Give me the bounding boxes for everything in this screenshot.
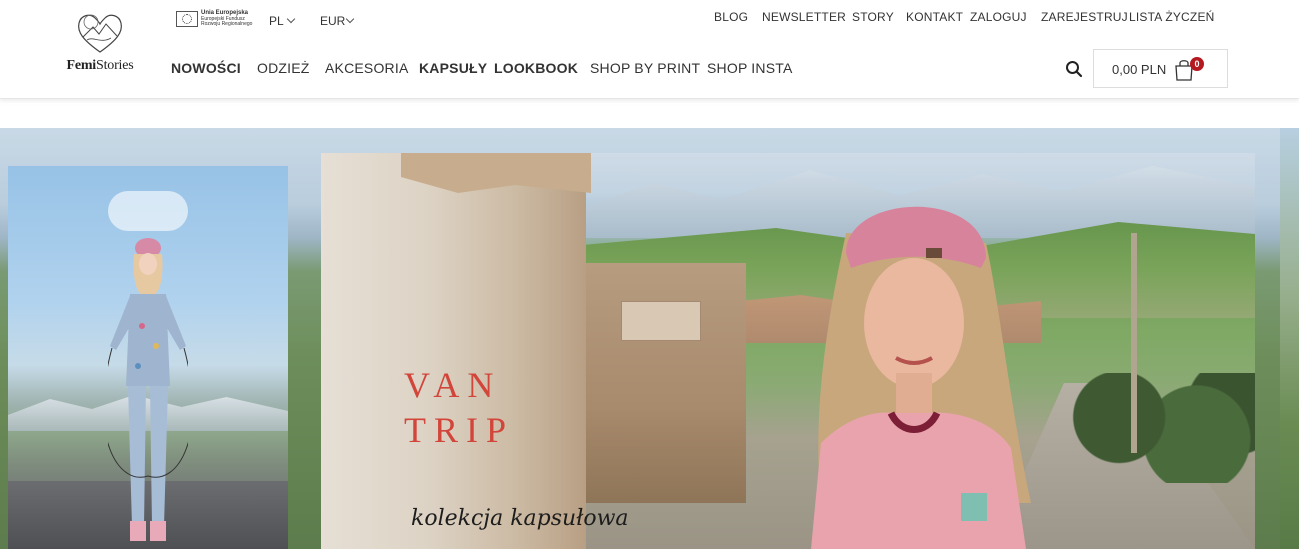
currency-selector[interactable]: EUR <box>320 14 355 28</box>
cart-count-badge: 0 <box>1190 57 1204 71</box>
link-story[interactable]: STORY <box>852 10 894 24</box>
eu-funding-badge: Unia Europejska Europejski Fundusz Rozwo… <box>176 9 261 29</box>
hero-banner[interactable]: VAN TRIP kolekcja kapsułowa <box>0 128 1299 549</box>
cart-button[interactable]: 0,00 PLN 0 <box>1093 49 1228 88</box>
hero-subtitle: kolekcja kapsułowa <box>411 506 629 531</box>
nav-item-akcesoria[interactable]: AKCESORIA <box>325 60 409 76</box>
hero-photo-jump-rope <box>8 166 288 549</box>
link-zarejestruj[interactable]: ZAREJESTRUJ <box>1041 10 1128 24</box>
brand-logo[interactable]: FemiStories <box>58 10 142 76</box>
link-zaloguj[interactable]: ZALOGUJ <box>970 10 1027 24</box>
cart-amount: 0,00 PLN <box>1112 62 1167 77</box>
link-newsletter[interactable]: NEWSLETTER <box>762 10 846 24</box>
hero-title-line2: TRIP <box>404 410 515 450</box>
link-blog[interactable]: BLOG <box>714 10 748 24</box>
nav-item-nowosci[interactable]: NOWOŚCI <box>171 60 241 76</box>
currency-value: EUR <box>320 14 346 28</box>
eu-badge-line2: Rozwoju Regionalnego <box>201 21 253 27</box>
language-value: PL <box>269 14 284 28</box>
eu-flag-icon <box>176 11 198 27</box>
hero-photo-van-trip: VAN TRIP kolekcja kapsułowa <box>321 153 1255 549</box>
link-kontakt[interactable]: KONTAKT <box>906 10 963 24</box>
link-lista-zyczen[interactable]: LISTA ŻYCZEŃ <box>1129 10 1215 24</box>
nav-item-shop-by-print[interactable]: SHOP BY PRINT <box>590 60 700 76</box>
language-selector[interactable]: PL <box>269 14 295 28</box>
hero-edge-image <box>1280 128 1299 549</box>
heart-mountain-logo-icon <box>78 14 122 53</box>
chevron-down-icon <box>286 14 295 24</box>
nav-item-shop-insta[interactable]: SHOP INSTA <box>707 60 793 76</box>
hero-title-line1: VAN <box>404 365 502 405</box>
model-figure-image <box>108 238 188 541</box>
nav-item-odziez[interactable]: ODZIEŻ <box>257 60 310 76</box>
nav-item-kapsuly[interactable]: KAPSUŁY <box>419 60 487 76</box>
chevron-down-icon <box>346 14 355 24</box>
brand-name: FemiStories <box>66 58 134 73</box>
hero-title: VAN TRIP <box>404 363 514 453</box>
model-portrait-image <box>811 206 1031 549</box>
search-icon[interactable] <box>1065 60 1083 78</box>
site-header: FemiStories Unia Europejska Europejski F… <box>0 0 1299 99</box>
nav-item-lookbook[interactable]: LOOKBOOK <box>494 60 578 76</box>
